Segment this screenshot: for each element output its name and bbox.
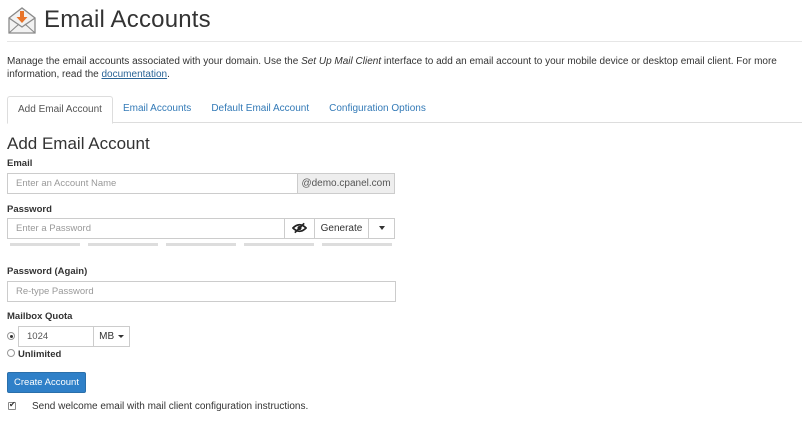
- password-again-label: Password (Again): [7, 266, 88, 277]
- email-download-icon: [7, 5, 37, 35]
- tab-default-email-account[interactable]: Default Email Account: [201, 96, 319, 123]
- email-label: Email: [7, 158, 33, 169]
- tab-email-accounts[interactable]: Email Accounts: [113, 96, 201, 123]
- password-again-input[interactable]: Re-type Password: [7, 281, 396, 302]
- caret-down-icon: [117, 334, 124, 338]
- header-divider: [7, 41, 802, 42]
- quota-limited-radio[interactable]: [7, 332, 15, 340]
- quota-unit-dropdown[interactable]: MB: [93, 326, 130, 347]
- documentation-link[interactable]: documentation: [102, 69, 168, 80]
- set-up-mail-client-text: Set Up Mail Client: [301, 56, 382, 67]
- strength-bar-1: [10, 243, 80, 246]
- intro-text: Manage the email accounts associated wit…: [7, 56, 777, 80]
- quota-value-input[interactable]: 1024: [18, 326, 94, 347]
- tab-bar: Add Email Account Email Accounts Default…: [7, 96, 802, 124]
- email-account-input[interactable]: Enter an Account Name: [7, 173, 298, 194]
- toggle-password-visibility-button[interactable]: [284, 218, 315, 239]
- generate-password-button[interactable]: Generate: [314, 218, 369, 239]
- tab-add-email-account[interactable]: Add Email Account: [7, 96, 113, 124]
- mailbox-quota-label: Mailbox Quota: [7, 311, 73, 322]
- strength-bar-2: [88, 243, 158, 246]
- password-input[interactable]: Enter a Password: [7, 218, 285, 239]
- caret-down-icon: [378, 226, 385, 231]
- generate-options-dropdown[interactable]: [368, 218, 395, 239]
- strength-bar-3: [166, 243, 236, 246]
- unlimited-label: Unlimited: [18, 349, 62, 360]
- create-account-button[interactable]: Create Account: [7, 372, 86, 393]
- password-label: Password: [7, 204, 52, 215]
- quota-unlimited-radio[interactable]: [7, 349, 15, 357]
- page-title: Email Accounts: [44, 6, 211, 33]
- strength-bar-4: [244, 243, 314, 246]
- email-domain-addon: @demo.cpanel.com: [297, 173, 395, 194]
- section-title: Add Email Account: [7, 134, 150, 153]
- tab-configuration-options[interactable]: Configuration Options: [319, 96, 436, 123]
- welcome-email-checkbox[interactable]: [8, 400, 16, 410]
- eye-slash-icon: [291, 222, 308, 241]
- page-header: Email Accounts: [7, 5, 211, 35]
- strength-bar-5: [322, 243, 392, 246]
- welcome-email-label: Send welcome email with mail client conf…: [32, 401, 309, 412]
- quota-unit-label: MB: [99, 331, 115, 342]
